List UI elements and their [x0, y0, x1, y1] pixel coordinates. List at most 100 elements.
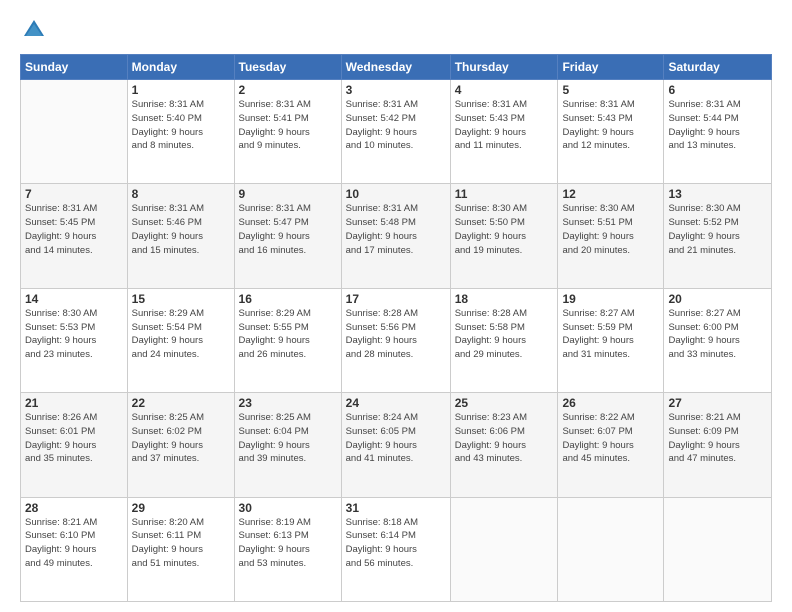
day-number: 17 [346, 292, 446, 306]
cell-1-3: 10Sunrise: 8:31 AMSunset: 5:48 PMDayligh… [341, 184, 450, 288]
cell-0-2: 2Sunrise: 8:31 AMSunset: 5:41 PMDaylight… [234, 80, 341, 184]
calendar-table: Sunday Monday Tuesday Wednesday Thursday… [20, 54, 772, 602]
cell-1-1: 8Sunrise: 8:31 AMSunset: 5:46 PMDaylight… [127, 184, 234, 288]
day-info: Sunrise: 8:25 AMSunset: 6:02 PMDaylight:… [132, 411, 230, 466]
day-number: 18 [455, 292, 554, 306]
cell-2-5: 19Sunrise: 8:27 AMSunset: 5:59 PMDayligh… [558, 288, 664, 392]
day-number: 8 [132, 187, 230, 201]
day-number: 6 [668, 83, 767, 97]
logo-icon [20, 16, 48, 44]
day-number: 15 [132, 292, 230, 306]
day-number: 5 [562, 83, 659, 97]
day-info: Sunrise: 8:18 AMSunset: 6:14 PMDaylight:… [346, 516, 446, 571]
day-number: 29 [132, 501, 230, 515]
col-tuesday: Tuesday [234, 55, 341, 80]
day-number: 19 [562, 292, 659, 306]
day-info: Sunrise: 8:26 AMSunset: 6:01 PMDaylight:… [25, 411, 123, 466]
day-number: 4 [455, 83, 554, 97]
cell-0-4: 4Sunrise: 8:31 AMSunset: 5:43 PMDaylight… [450, 80, 558, 184]
day-number: 27 [668, 396, 767, 410]
day-info: Sunrise: 8:27 AMSunset: 6:00 PMDaylight:… [668, 307, 767, 362]
cell-1-5: 12Sunrise: 8:30 AMSunset: 5:51 PMDayligh… [558, 184, 664, 288]
col-monday: Monday [127, 55, 234, 80]
cell-2-3: 17Sunrise: 8:28 AMSunset: 5:56 PMDayligh… [341, 288, 450, 392]
day-info: Sunrise: 8:30 AMSunset: 5:50 PMDaylight:… [455, 202, 554, 257]
week-row-3: 21Sunrise: 8:26 AMSunset: 6:01 PMDayligh… [21, 393, 772, 497]
cell-4-5 [558, 497, 664, 601]
day-number: 13 [668, 187, 767, 201]
cell-3-2: 23Sunrise: 8:25 AMSunset: 6:04 PMDayligh… [234, 393, 341, 497]
day-number: 28 [25, 501, 123, 515]
day-number: 16 [239, 292, 337, 306]
day-number: 21 [25, 396, 123, 410]
header [20, 16, 772, 44]
day-number: 2 [239, 83, 337, 97]
day-info: Sunrise: 8:20 AMSunset: 6:11 PMDaylight:… [132, 516, 230, 571]
day-info: Sunrise: 8:30 AMSunset: 5:52 PMDaylight:… [668, 202, 767, 257]
week-row-2: 14Sunrise: 8:30 AMSunset: 5:53 PMDayligh… [21, 288, 772, 392]
day-number: 1 [132, 83, 230, 97]
day-number: 23 [239, 396, 337, 410]
day-number: 20 [668, 292, 767, 306]
cell-0-5: 5Sunrise: 8:31 AMSunset: 5:43 PMDaylight… [558, 80, 664, 184]
cell-0-3: 3Sunrise: 8:31 AMSunset: 5:42 PMDaylight… [341, 80, 450, 184]
day-info: Sunrise: 8:31 AMSunset: 5:41 PMDaylight:… [239, 98, 337, 153]
day-info: Sunrise: 8:24 AMSunset: 6:05 PMDaylight:… [346, 411, 446, 466]
cell-0-0 [21, 80, 128, 184]
page: Sunday Monday Tuesday Wednesday Thursday… [0, 0, 792, 612]
day-info: Sunrise: 8:31 AMSunset: 5:40 PMDaylight:… [132, 98, 230, 153]
header-row: Sunday Monday Tuesday Wednesday Thursday… [21, 55, 772, 80]
cell-3-5: 26Sunrise: 8:22 AMSunset: 6:07 PMDayligh… [558, 393, 664, 497]
day-info: Sunrise: 8:31 AMSunset: 5:44 PMDaylight:… [668, 98, 767, 153]
cell-0-6: 6Sunrise: 8:31 AMSunset: 5:44 PMDaylight… [664, 80, 772, 184]
week-row-4: 28Sunrise: 8:21 AMSunset: 6:10 PMDayligh… [21, 497, 772, 601]
week-row-0: 1Sunrise: 8:31 AMSunset: 5:40 PMDaylight… [21, 80, 772, 184]
cell-2-0: 14Sunrise: 8:30 AMSunset: 5:53 PMDayligh… [21, 288, 128, 392]
day-info: Sunrise: 8:30 AMSunset: 5:53 PMDaylight:… [25, 307, 123, 362]
cell-4-2: 30Sunrise: 8:19 AMSunset: 6:13 PMDayligh… [234, 497, 341, 601]
cell-4-3: 31Sunrise: 8:18 AMSunset: 6:14 PMDayligh… [341, 497, 450, 601]
cell-1-2: 9Sunrise: 8:31 AMSunset: 5:47 PMDaylight… [234, 184, 341, 288]
cell-3-6: 27Sunrise: 8:21 AMSunset: 6:09 PMDayligh… [664, 393, 772, 497]
day-number: 11 [455, 187, 554, 201]
day-number: 26 [562, 396, 659, 410]
week-row-1: 7Sunrise: 8:31 AMSunset: 5:45 PMDaylight… [21, 184, 772, 288]
cell-2-4: 18Sunrise: 8:28 AMSunset: 5:58 PMDayligh… [450, 288, 558, 392]
cell-2-2: 16Sunrise: 8:29 AMSunset: 5:55 PMDayligh… [234, 288, 341, 392]
col-thursday: Thursday [450, 55, 558, 80]
day-number: 30 [239, 501, 337, 515]
cell-4-0: 28Sunrise: 8:21 AMSunset: 6:10 PMDayligh… [21, 497, 128, 601]
day-info: Sunrise: 8:29 AMSunset: 5:55 PMDaylight:… [239, 307, 337, 362]
day-info: Sunrise: 8:31 AMSunset: 5:43 PMDaylight:… [562, 98, 659, 153]
day-number: 25 [455, 396, 554, 410]
day-number: 12 [562, 187, 659, 201]
day-number: 24 [346, 396, 446, 410]
cell-3-4: 25Sunrise: 8:23 AMSunset: 6:06 PMDayligh… [450, 393, 558, 497]
cell-3-1: 22Sunrise: 8:25 AMSunset: 6:02 PMDayligh… [127, 393, 234, 497]
day-number: 9 [239, 187, 337, 201]
day-info: Sunrise: 8:31 AMSunset: 5:42 PMDaylight:… [346, 98, 446, 153]
day-number: 3 [346, 83, 446, 97]
cell-1-6: 13Sunrise: 8:30 AMSunset: 5:52 PMDayligh… [664, 184, 772, 288]
day-info: Sunrise: 8:21 AMSunset: 6:09 PMDaylight:… [668, 411, 767, 466]
day-number: 7 [25, 187, 123, 201]
day-info: Sunrise: 8:28 AMSunset: 5:58 PMDaylight:… [455, 307, 554, 362]
day-info: Sunrise: 8:19 AMSunset: 6:13 PMDaylight:… [239, 516, 337, 571]
cell-1-0: 7Sunrise: 8:31 AMSunset: 5:45 PMDaylight… [21, 184, 128, 288]
day-number: 14 [25, 292, 123, 306]
cell-4-6 [664, 497, 772, 601]
col-saturday: Saturday [664, 55, 772, 80]
col-sunday: Sunday [21, 55, 128, 80]
cell-3-0: 21Sunrise: 8:26 AMSunset: 6:01 PMDayligh… [21, 393, 128, 497]
day-info: Sunrise: 8:31 AMSunset: 5:47 PMDaylight:… [239, 202, 337, 257]
day-info: Sunrise: 8:22 AMSunset: 6:07 PMDaylight:… [562, 411, 659, 466]
day-number: 10 [346, 187, 446, 201]
day-info: Sunrise: 8:31 AMSunset: 5:46 PMDaylight:… [132, 202, 230, 257]
day-info: Sunrise: 8:31 AMSunset: 5:45 PMDaylight:… [25, 202, 123, 257]
cell-4-1: 29Sunrise: 8:20 AMSunset: 6:11 PMDayligh… [127, 497, 234, 601]
day-number: 31 [346, 501, 446, 515]
logo [20, 16, 52, 44]
day-info: Sunrise: 8:30 AMSunset: 5:51 PMDaylight:… [562, 202, 659, 257]
cell-2-1: 15Sunrise: 8:29 AMSunset: 5:54 PMDayligh… [127, 288, 234, 392]
col-friday: Friday [558, 55, 664, 80]
